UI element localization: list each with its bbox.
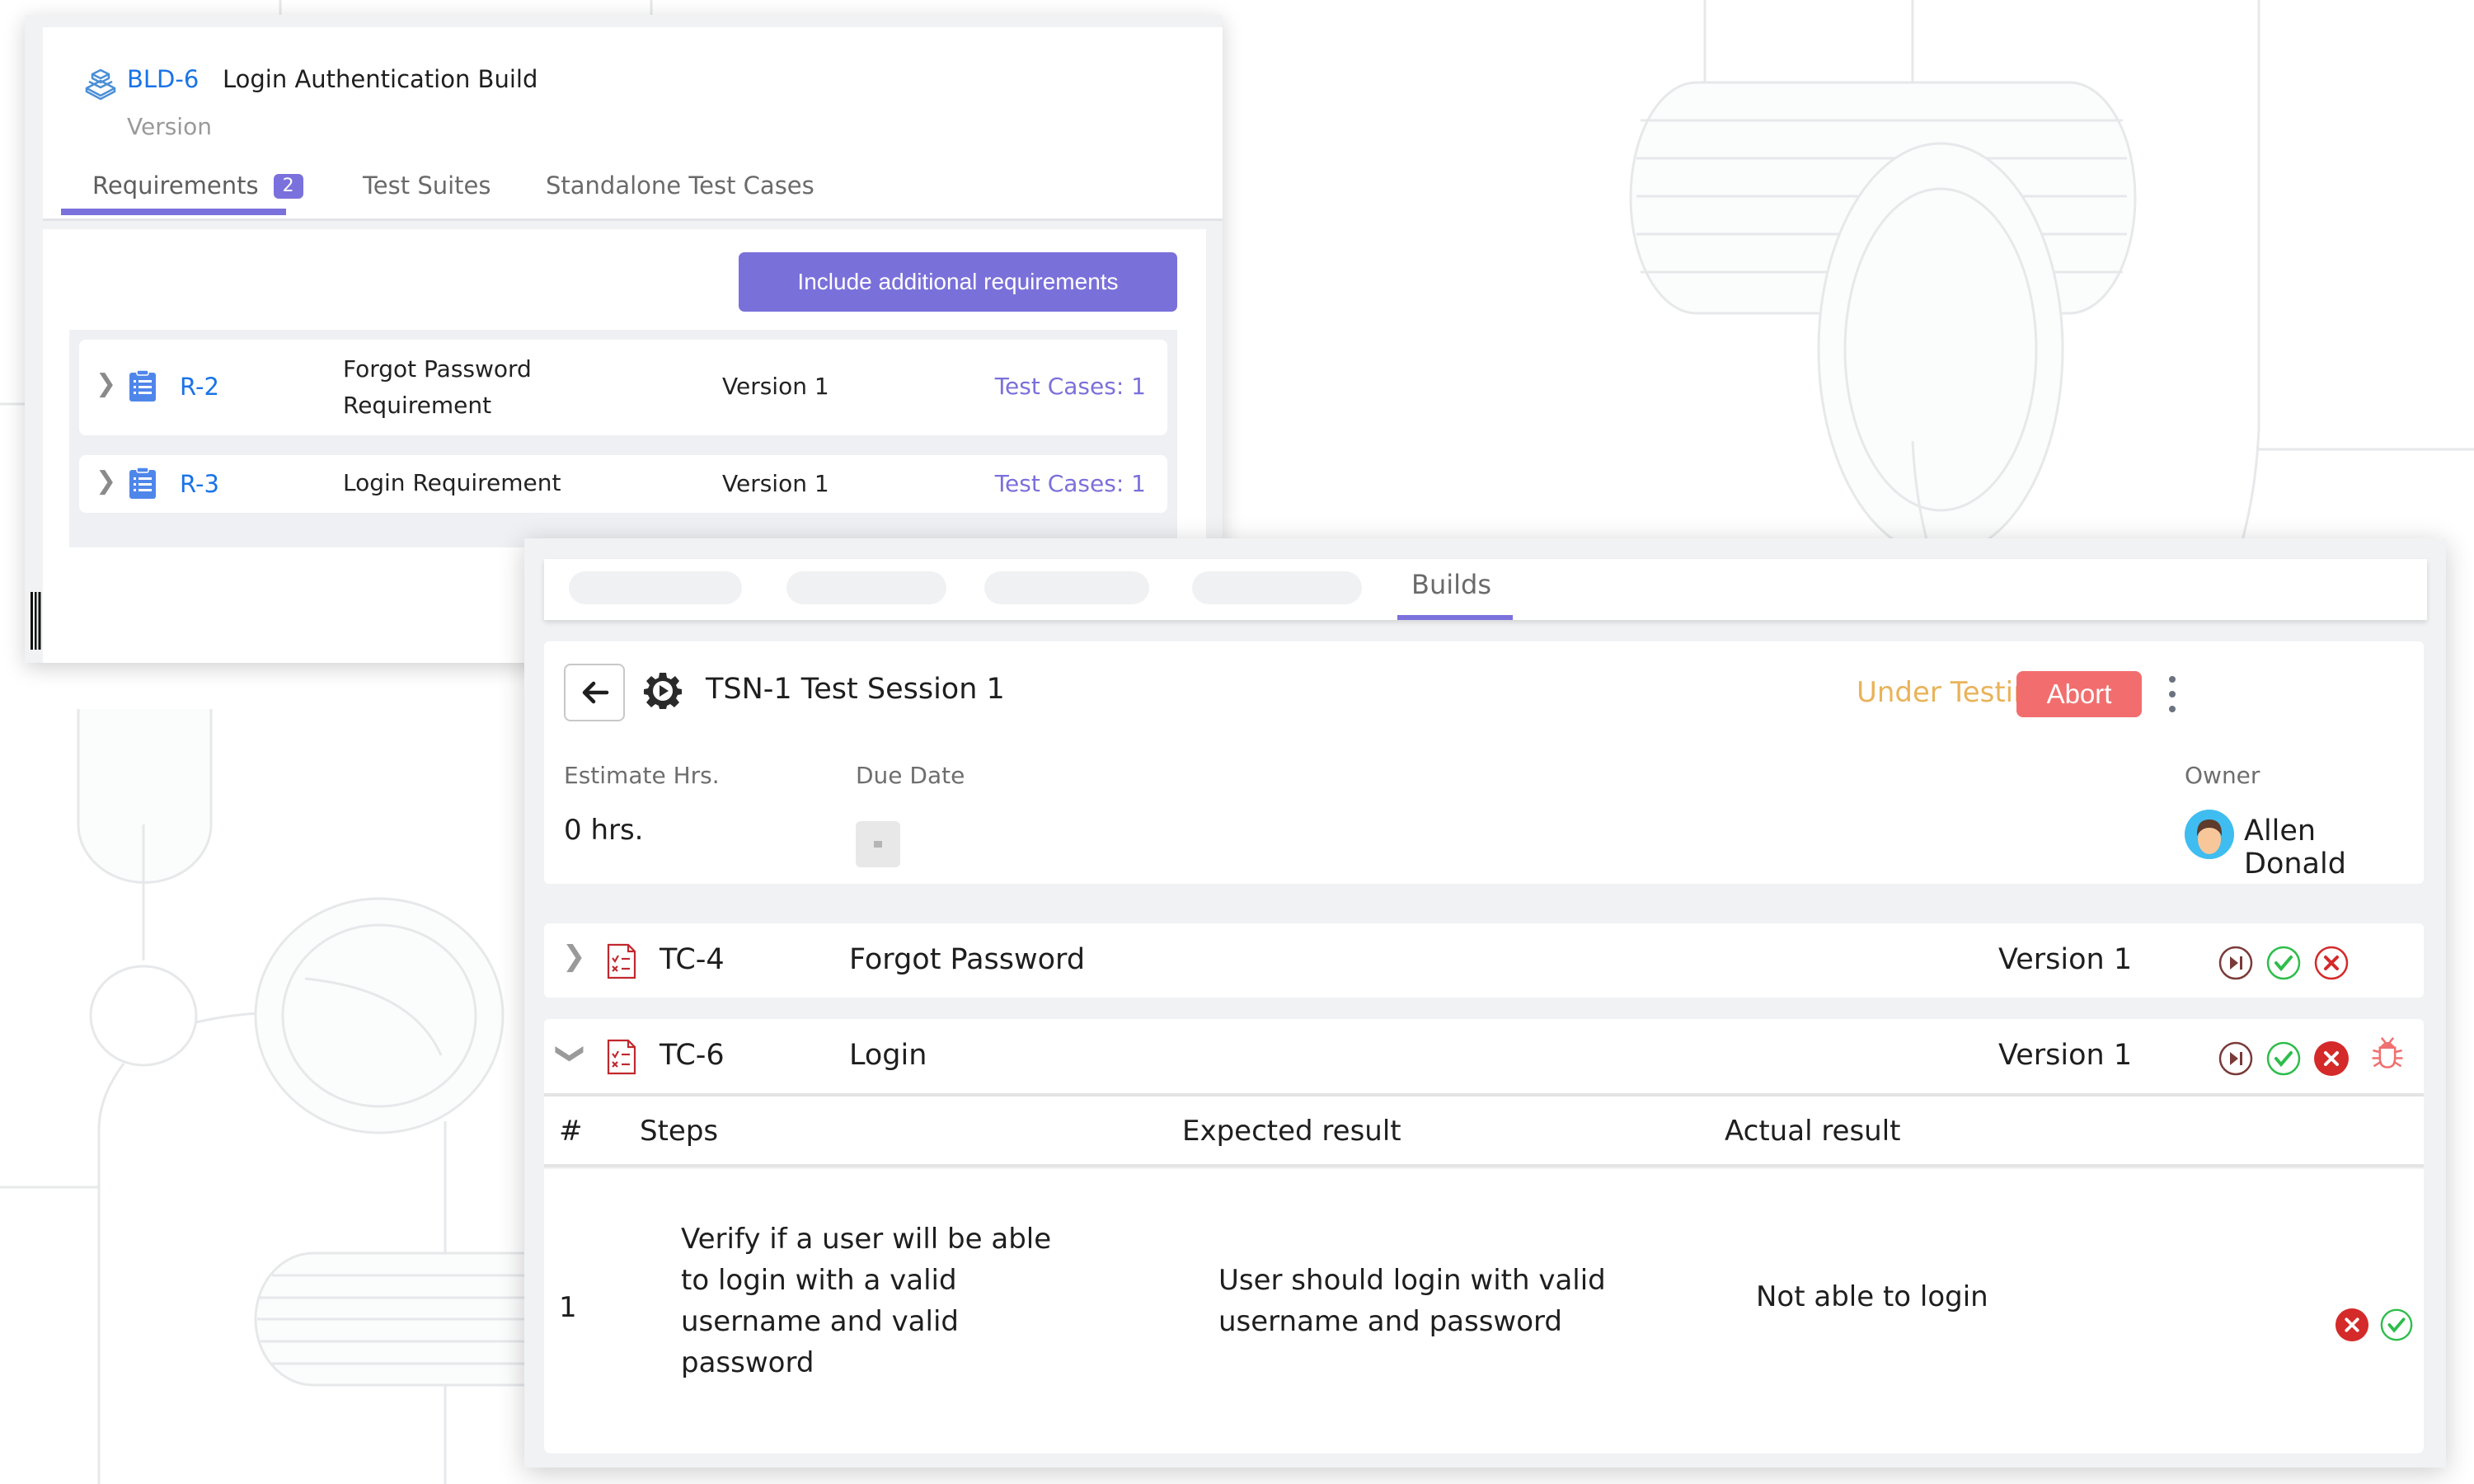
- session-tab-bar: Builds: [544, 559, 2427, 620]
- step-pass-icon[interactable]: [2379, 1308, 2414, 1342]
- step-expected-result: User should login with valid username an…: [1218, 1260, 1606, 1342]
- tab-standalone-test-cases[interactable]: Standalone Test Cases: [546, 171, 814, 200]
- estimate-label: Estimate Hrs.: [564, 762, 720, 789]
- build-header: BLD-6 Login Authentication Build Version…: [43, 27, 1223, 221]
- requirement-name: Login Requirement: [343, 469, 561, 496]
- test-case-key[interactable]: TC-6: [660, 1039, 725, 1072]
- arrow-left-icon: [582, 681, 609, 704]
- more-vertical-icon[interactable]: [2160, 673, 2185, 716]
- step-number: 1: [559, 1291, 577, 1324]
- step-description-line: to login with a valid: [681, 1264, 957, 1297]
- chevron-right-icon[interactable]: ❯: [96, 369, 116, 398]
- test-case-row[interactable]: ❯ TC-6 Login Version 1: [544, 1019, 2424, 1093]
- test-case-checklist-icon: [607, 943, 636, 979]
- requirement-version: Version 1: [722, 470, 829, 497]
- chevron-down-icon[interactable]: ❯: [554, 1042, 587, 1066]
- expected-result-line: User should login with valid: [1218, 1264, 1606, 1297]
- back-button[interactable]: [564, 664, 625, 721]
- test-case-checklist-icon: [607, 1039, 636, 1075]
- test-case-key[interactable]: TC-4: [660, 943, 725, 976]
- step-fail-icon-selected[interactable]: [2335, 1308, 2369, 1342]
- column-header-steps: Steps: [640, 1115, 719, 1148]
- due-date-label: Due Date: [856, 762, 965, 789]
- session-title: TSN-1 Test Session 1: [706, 673, 1005, 706]
- tab-placeholder[interactable]: [569, 571, 742, 604]
- requirement-row[interactable]: ❯ R-2 Forgot Password Requirement Versio…: [79, 340, 1167, 435]
- step-description-line: password: [681, 1346, 814, 1379]
- requirement-version: Version 1: [722, 373, 829, 400]
- skip-icon[interactable]: [2218, 945, 2254, 981]
- pass-icon[interactable]: [2265, 945, 2302, 981]
- column-header-number: #: [559, 1115, 583, 1148]
- step-description-line: Verify if a user will be able: [681, 1223, 1052, 1256]
- chevron-right-icon[interactable]: ❯: [562, 940, 586, 973]
- build-title: Login Authentication Build: [223, 65, 538, 93]
- steps-table-header: # Steps Expected result Actual result: [544, 1093, 2424, 1167]
- layers-icon: [85, 68, 116, 101]
- skip-icon[interactable]: [2218, 1040, 2254, 1077]
- tab-placeholder[interactable]: [984, 571, 1149, 604]
- fail-icon-selected[interactable]: [2313, 1040, 2350, 1077]
- tab-requirements[interactable]: Requirements 2: [92, 171, 303, 200]
- build-key[interactable]: BLD-6: [127, 65, 199, 93]
- test-case-name: Forgot Password: [849, 943, 1086, 976]
- chevron-right-icon[interactable]: ❯: [96, 467, 116, 495]
- requirement-key[interactable]: R-3: [180, 470, 219, 498]
- requirements-count-badge: 2: [273, 174, 303, 199]
- build-subtitle: Version: [127, 113, 212, 140]
- owner-label: Owner: [2185, 762, 2260, 789]
- column-header-actual-result: Actual result: [1725, 1115, 1901, 1148]
- tab-placeholder[interactable]: [1192, 571, 1362, 604]
- requirement-row[interactable]: ❯ R-3 Login Requirement Version 1 Test C…: [79, 455, 1167, 513]
- owner-name: Allen Donald: [2244, 815, 2346, 881]
- test-case-version: Version 1: [1998, 1039, 2133, 1072]
- requirement-name-line: Forgot Password: [343, 355, 532, 383]
- table-row: 1 Verify if a user will be able to login…: [544, 1169, 2424, 1453]
- test-case-row[interactable]: ❯ TC-4 Forgot Password Version 1: [544, 923, 2424, 998]
- requirement-test-cases-link[interactable]: Test Cases: 1: [995, 373, 1146, 400]
- test-case-name: Login: [849, 1039, 927, 1072]
- clipboard-list-icon: [129, 467, 156, 499]
- requirement-name: Forgot Password Requirement: [343, 351, 532, 424]
- resize-handle-icon[interactable]: [30, 592, 41, 650]
- test-session-panel: Builds TSN-1 Test Session 1 Under Testin…: [524, 538, 2446, 1468]
- session-gear-play-icon: [644, 673, 682, 709]
- fail-icon[interactable]: [2313, 945, 2350, 981]
- tab-test-suites[interactable]: Test Suites: [363, 171, 491, 200]
- abort-button[interactable]: Abort: [2016, 671, 2142, 717]
- active-tab-indicator: [1397, 615, 1513, 620]
- requirement-key[interactable]: R-2: [180, 373, 219, 401]
- user-avatar-icon: [2185, 810, 2234, 859]
- bug-icon[interactable]: [2369, 1036, 2406, 1072]
- step-description-line: username and valid: [681, 1305, 959, 1338]
- estimate-value: 0 hrs.: [564, 814, 644, 847]
- session-header: TSN-1 Test Session 1 Under Testing Abort…: [544, 641, 2424, 884]
- step-actual-result[interactable]: Not able to login: [1756, 1276, 1988, 1317]
- avatar: [2185, 810, 2234, 859]
- step-description: Verify if a user will be able to login w…: [681, 1219, 1051, 1383]
- expected-result-line: username and password: [1218, 1305, 1562, 1338]
- column-header-expected-result: Expected result: [1182, 1115, 1401, 1148]
- due-date-field[interactable]: [856, 821, 900, 867]
- tab-label: Requirements: [92, 171, 259, 200]
- pass-icon[interactable]: [2265, 1040, 2302, 1077]
- clipboard-list-icon: [129, 369, 156, 402]
- active-tab-indicator: [61, 209, 286, 215]
- requirement-name-line: Requirement: [343, 392, 492, 419]
- include-additional-requirements-button[interactable]: Include additional requirements: [739, 252, 1177, 312]
- test-case-version: Version 1: [1998, 943, 2133, 976]
- requirements-list: ❯ R-2 Forgot Password Requirement Versio…: [69, 330, 1177, 547]
- due-date-empty-marker: [874, 841, 882, 848]
- requirement-test-cases-link[interactable]: Test Cases: 1: [995, 470, 1146, 497]
- tab-placeholder[interactable]: [786, 571, 946, 604]
- tab-builds[interactable]: Builds: [1411, 569, 1491, 600]
